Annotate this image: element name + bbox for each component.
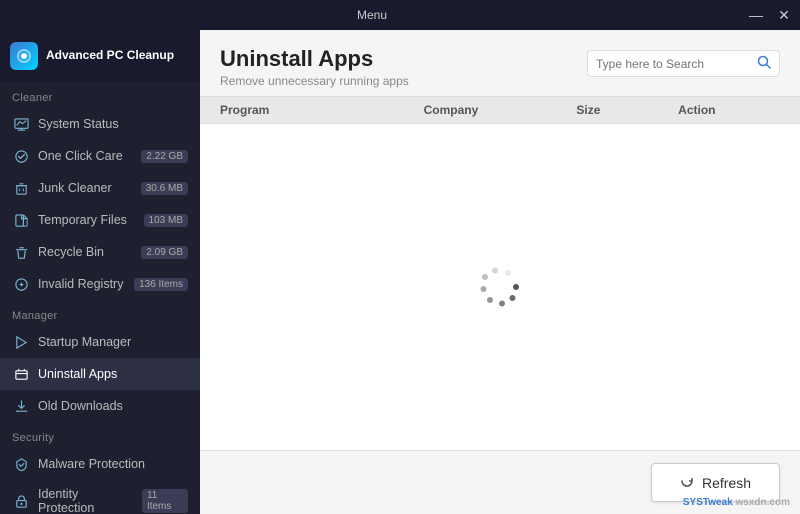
old-downloads-label: Old Downloads: [38, 399, 123, 413]
refresh-label: Refresh: [702, 475, 751, 491]
recycle-bin-badge: 2.09 GB: [141, 246, 188, 259]
loading-area: [200, 124, 800, 450]
one-click-care-label: One Click Care: [38, 149, 123, 163]
sidebar-item-invalid-registry[interactable]: Invalid Registry 136 Items: [0, 268, 200, 300]
col-company: Company: [424, 103, 577, 117]
main-content: Uninstall Apps Remove unnecessary runnin…: [200, 30, 800, 514]
system-status-icon: [12, 115, 30, 133]
invalid-registry-label: Invalid Registry: [38, 277, 123, 291]
startup-manager-label: Startup Manager: [38, 335, 131, 349]
identity-protection-icon: [12, 492, 30, 510]
junk-cleaner-badge: 30.6 MB: [141, 182, 188, 195]
section-manager-label: Manager: [0, 300, 200, 326]
section-security-label: Security: [0, 422, 200, 448]
malware-protection-label: Malware Protection: [38, 457, 145, 471]
junk-cleaner-icon: [12, 179, 30, 197]
title-bar: Menu — ✕: [0, 0, 800, 30]
section-cleaner-label: Cleaner: [0, 82, 200, 108]
uninstall-apps-icon: [12, 365, 30, 383]
sidebar: Advanced PC Cleanup Cleaner System Statu…: [0, 30, 200, 514]
sidebar-item-old-downloads[interactable]: Old Downloads: [0, 390, 200, 422]
sidebar-item-startup-manager[interactable]: Startup Manager: [0, 326, 200, 358]
invalid-registry-badge: 136 Items: [134, 278, 188, 291]
one-click-care-badge: 2.22 GB: [141, 150, 188, 163]
invalid-registry-icon: [12, 275, 30, 293]
recycle-bin-label: Recycle Bin: [38, 245, 104, 259]
system-status-label: System Status: [38, 117, 119, 131]
app-name-label: Advanced PC Cleanup: [46, 48, 174, 64]
old-downloads-icon: [12, 397, 30, 415]
col-program: Program: [220, 103, 424, 117]
sidebar-item-uninstall-apps[interactable]: Uninstall Apps: [0, 358, 200, 390]
temporary-files-icon: [12, 211, 30, 229]
watermark: SYSTweak wsxdn.com: [683, 497, 790, 508]
col-size: Size: [576, 103, 678, 117]
minimize-button[interactable]: —: [748, 7, 764, 23]
one-click-care-icon: [12, 147, 30, 165]
table-header: Program Company Size Action: [200, 96, 800, 124]
recycle-bin-icon: [12, 243, 30, 261]
close-button[interactable]: ✕: [776, 7, 792, 24]
sidebar-item-malware-protection[interactable]: Malware Protection: [0, 448, 200, 480]
sidebar-item-system-status[interactable]: System Status: [0, 108, 200, 140]
refresh-icon: [680, 474, 694, 491]
malware-protection-icon: [12, 455, 30, 473]
sidebar-item-junk-cleaner[interactable]: Junk Cleaner 30.6 MB: [0, 172, 200, 204]
search-icon: [757, 55, 771, 72]
sidebar-item-one-click-care[interactable]: One Click Care 2.22 GB: [0, 140, 200, 172]
startup-manager-icon: [12, 333, 30, 351]
temporary-files-badge: 103 MB: [144, 214, 188, 227]
temporary-files-label: Temporary Files: [38, 213, 127, 227]
app-container: Advanced PC Cleanup Cleaner System Statu…: [0, 30, 800, 514]
loading-spinner: [478, 265, 522, 309]
header-text: Uninstall Apps Remove unnecessary runnin…: [220, 46, 409, 88]
sidebar-item-recycle-bin[interactable]: Recycle Bin 2.09 GB: [0, 236, 200, 268]
sidebar-item-temporary-files[interactable]: Temporary Files 103 MB: [0, 204, 200, 236]
search-input[interactable]: [596, 57, 751, 71]
page-title: Uninstall Apps: [220, 46, 409, 72]
page-subtitle: Remove unnecessary running apps: [220, 74, 409, 88]
content-header: Uninstall Apps Remove unnecessary runnin…: [200, 30, 800, 96]
sidebar-header: Advanced PC Cleanup: [0, 30, 200, 82]
search-box[interactable]: [587, 50, 780, 77]
app-logo: [10, 42, 38, 70]
sidebar-item-identity-protection[interactable]: Identity Protection 11 Items: [0, 480, 200, 514]
uninstall-apps-label: Uninstall Apps: [38, 367, 117, 381]
identity-protection-label: Identity Protection: [38, 487, 134, 514]
col-action: Action: [678, 103, 780, 117]
identity-protection-badge: 11 Items: [142, 489, 188, 513]
menu-label[interactable]: Menu: [357, 8, 387, 22]
junk-cleaner-label: Junk Cleaner: [38, 181, 112, 195]
